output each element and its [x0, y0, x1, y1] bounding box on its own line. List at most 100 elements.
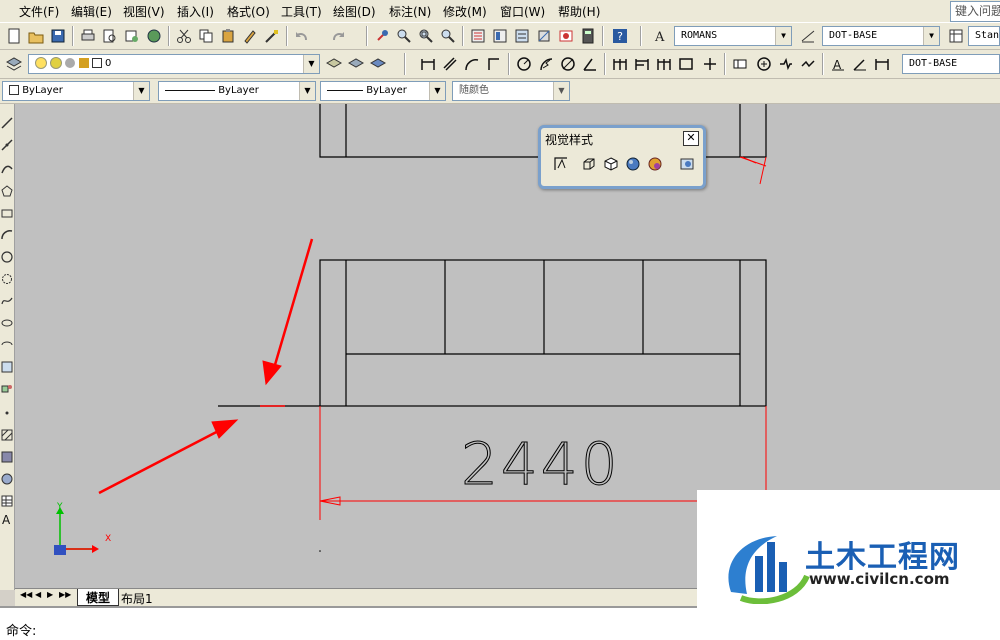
ellipse-icon[interactable]	[0, 316, 14, 330]
markup-icon[interactable]	[556, 26, 576, 46]
menu-edit[interactable]: 编辑(E)	[71, 3, 112, 20]
spline-icon[interactable]	[0, 294, 14, 308]
tab-nav-first[interactable]: ◀◀	[20, 590, 32, 599]
menu-dimension[interactable]: 标注(N)	[389, 3, 431, 20]
line-icon[interactable]	[0, 116, 14, 130]
menu-draw[interactable]: 绘图(D)	[333, 3, 376, 20]
cut-icon[interactable]	[174, 26, 194, 46]
baseline-dimension-icon[interactable]	[632, 54, 652, 74]
jogged-dimension-icon[interactable]	[536, 54, 556, 74]
calculator-icon[interactable]	[578, 26, 598, 46]
plot-preview-icon[interactable]	[100, 26, 120, 46]
dim-style-icon[interactable]	[798, 26, 818, 46]
2d-wireframe-icon[interactable]	[551, 154, 571, 174]
layer-previous-icon[interactable]	[346, 54, 366, 74]
tab-model[interactable]: 模型	[77, 589, 119, 606]
visual-styles-panel[interactable]: 视觉样式 ✕	[538, 125, 706, 189]
copy-icon[interactable]	[196, 26, 216, 46]
help-icon[interactable]: ?	[610, 26, 630, 46]
text-style-select[interactable]: ROMANS ▼	[674, 26, 792, 46]
command-line[interactable]: 命令:	[0, 606, 1000, 640]
tab-layout1[interactable]: 布局1	[121, 590, 153, 607]
ordinate-dimension-icon[interactable]	[484, 54, 504, 74]
dimension-edit-icon[interactable]: A	[828, 54, 848, 74]
zoom-window-icon[interactable]	[416, 26, 436, 46]
sheet-set-icon[interactable]	[534, 26, 554, 46]
design-center-icon[interactable]	[490, 26, 510, 46]
menu-help[interactable]: 帮助(H)	[558, 3, 600, 20]
menu-file[interactable]: 文件(F)	[19, 3, 59, 20]
jogged-linear-icon[interactable]	[798, 54, 818, 74]
menu-format[interactable]: 格式(O)	[227, 3, 270, 20]
make-block-icon[interactable]	[0, 382, 14, 396]
linetype-select[interactable]: ByLayer ▼	[158, 81, 316, 101]
tolerance-icon[interactable]	[730, 54, 750, 74]
dimension-text-edit-icon[interactable]	[850, 54, 870, 74]
menu-view[interactable]: 视图(V)	[123, 3, 165, 20]
table-style-select[interactable]: Stand	[968, 26, 1000, 46]
text-style-icon[interactable]: A	[650, 26, 670, 46]
manage-visual-styles-icon[interactable]	[677, 154, 697, 174]
publish-icon[interactable]	[122, 26, 142, 46]
tab-nav-next[interactable]: ▶	[47, 590, 53, 599]
ellipse-arc-icon[interactable]	[0, 338, 14, 352]
layer-states-icon[interactable]	[368, 54, 388, 74]
diameter-dimension-icon[interactable]	[558, 54, 578, 74]
pan-icon[interactable]	[372, 26, 392, 46]
open-file-icon[interactable]	[26, 26, 46, 46]
zoom-previous-icon[interactable]	[438, 26, 458, 46]
menu-tools[interactable]: 工具(T)	[281, 3, 322, 20]
globe-icon[interactable]	[144, 26, 164, 46]
dim-style-select[interactable]: DOT-BASE ▼	[822, 26, 940, 46]
hatch-icon[interactable]	[0, 428, 14, 442]
insert-block-icon[interactable]	[0, 360, 14, 374]
dim-style-select-2[interactable]: DOT-BASE	[902, 54, 1000, 74]
zoom-realtime-icon[interactable]	[394, 26, 414, 46]
radius-dimension-icon[interactable]	[514, 54, 534, 74]
aligned-dimension-icon[interactable]	[440, 54, 460, 74]
plot-style-select[interactable]: 随颜色 ▼	[452, 81, 570, 101]
paste-icon[interactable]	[218, 26, 238, 46]
block-editor-icon[interactable]	[262, 26, 282, 46]
save-icon[interactable]	[48, 26, 68, 46]
realistic-icon[interactable]	[623, 154, 643, 174]
inspection-icon[interactable]	[776, 54, 796, 74]
dimension-update-icon[interactable]	[872, 54, 892, 74]
center-mark-icon[interactable]	[754, 54, 774, 74]
close-icon[interactable]: ✕	[683, 131, 699, 146]
dimension-break-icon[interactable]	[700, 54, 720, 74]
gradient-icon[interactable]	[0, 450, 14, 464]
properties-icon[interactable]	[468, 26, 488, 46]
menu-modify[interactable]: 修改(M)	[443, 3, 487, 20]
tab-nav-last[interactable]: ▶▶	[59, 590, 71, 599]
region-icon[interactable]	[0, 472, 14, 486]
lineweight-select[interactable]: ByLayer ▼	[320, 81, 446, 101]
undo-icon[interactable]	[292, 26, 312, 46]
continue-dimension-icon[interactable]	[654, 54, 674, 74]
arc-icon[interactable]	[0, 228, 14, 242]
match-properties-icon[interactable]	[240, 26, 260, 46]
menu-insert[interactable]: 插入(I)	[177, 3, 214, 20]
plot-icon[interactable]	[78, 26, 98, 46]
arc-length-icon[interactable]	[462, 54, 482, 74]
polyline-icon[interactable]	[0, 162, 14, 176]
tool-palettes-icon[interactable]	[512, 26, 532, 46]
color-select[interactable]: ByLayer ▼	[2, 81, 150, 101]
polygon-icon[interactable]	[0, 184, 14, 198]
layer-select[interactable]: 0 ▼	[28, 54, 320, 74]
angular-dimension-icon[interactable]	[580, 54, 600, 74]
circle-icon[interactable]	[0, 250, 14, 264]
3d-wireframe-icon[interactable]	[579, 154, 599, 174]
make-current-layer-icon[interactable]	[324, 54, 344, 74]
multiline-text-icon[interactable]: A	[0, 512, 14, 526]
dimension-text[interactable]: 2440	[461, 430, 621, 499]
menu-window[interactable]: 窗口(W)	[500, 3, 545, 20]
tab-nav-prev[interactable]: ◀	[35, 590, 41, 599]
point-icon[interactable]	[0, 406, 14, 420]
quick-dimension-icon[interactable]	[610, 54, 630, 74]
help-search-input[interactable]: 键入问题	[950, 1, 1000, 22]
revision-cloud-icon[interactable]	[0, 272, 14, 286]
new-file-icon[interactable]	[4, 26, 24, 46]
layer-manager-icon[interactable]	[4, 54, 24, 74]
conceptual-icon[interactable]	[645, 154, 665, 174]
